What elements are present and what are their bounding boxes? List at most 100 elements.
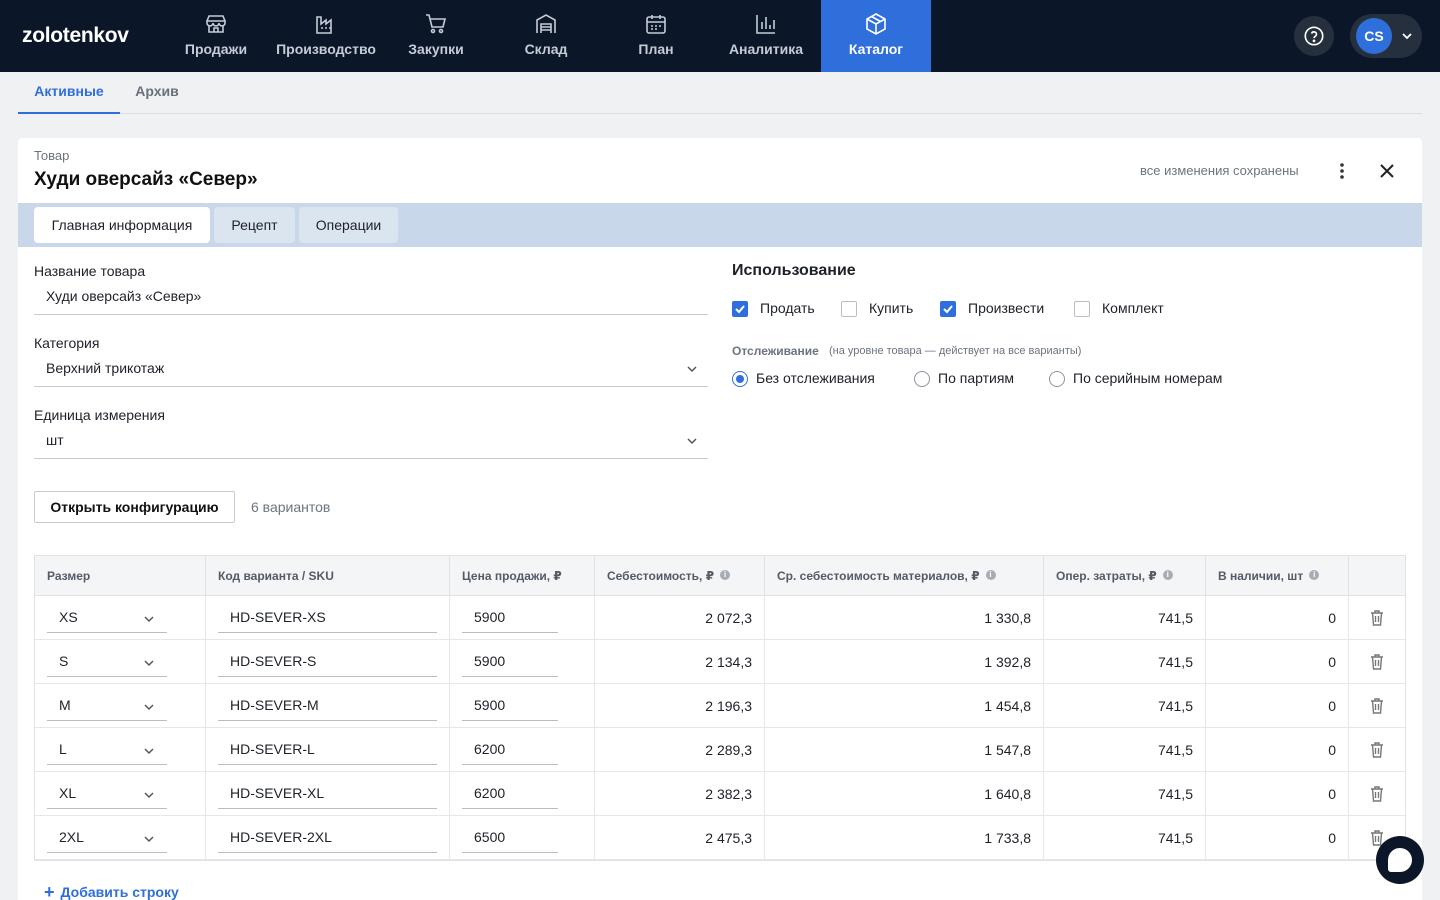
name-field[interactable]: Худи оверсайз «Север»: [34, 281, 708, 315]
info-icon[interactable]: i: [1309, 570, 1320, 580]
size-value: S: [59, 653, 69, 669]
top-navigation: zolotenkov Продажи Производство Закупки …: [0, 0, 1440, 72]
produce-checkbox[interactable]: [940, 301, 956, 317]
usage-heading: Использование: [732, 262, 856, 279]
nav-label: Аналитика: [728, 41, 804, 57]
info-icon[interactable]: i: [1162, 570, 1173, 580]
chevron-down-icon: [687, 366, 697, 373]
trash-icon[interactable]: [1369, 741, 1385, 759]
size-cell: XL: [35, 772, 206, 816]
size-select[interactable]: L: [47, 737, 167, 765]
nav-item-sales[interactable]: Продажи: [161, 0, 271, 72]
nav-item-production[interactable]: Производство: [271, 0, 381, 72]
price-input[interactable]: 6500: [462, 825, 558, 853]
buy-checkbox[interactable]: [841, 301, 857, 317]
table-row: 2XL HD-SEVER-2XL 6500 2 475,3 1 733,8 74…: [35, 816, 1405, 860]
nav-label: Закупки: [408, 41, 464, 57]
close-icon[interactable]: [1376, 160, 1398, 182]
tracking-hint: (на уровне товара — действует на все вар…: [829, 345, 1082, 357]
size-cell: M: [35, 684, 206, 728]
sku-input[interactable]: HD-SEVER-M: [218, 693, 437, 721]
size-select[interactable]: XL: [47, 781, 167, 809]
help-button[interactable]: [1294, 16, 1334, 56]
size-value: 2XL: [59, 829, 84, 845]
cost-cell: 2 072,3: [595, 596, 765, 640]
checkmark-icon: [943, 305, 953, 314]
price-input[interactable]: 6200: [462, 781, 558, 809]
price-input[interactable]: 5900: [462, 649, 558, 677]
bar-chart-icon: [756, 15, 775, 34]
buy-label[interactable]: Купить: [869, 300, 913, 316]
tracking-serial-radio[interactable]: [1049, 371, 1065, 387]
price-input[interactable]: 6200: [462, 737, 558, 765]
nav-item-analytics[interactable]: Аналитика: [711, 0, 821, 72]
unit-value: шт: [46, 432, 64, 448]
factory-icon: [316, 16, 332, 34]
info-icon[interactable]: i: [720, 570, 731, 580]
open-configuration-button[interactable]: Открыть конфигурацию: [34, 491, 235, 523]
store-icon: [206, 15, 226, 33]
sell-label[interactable]: Продать: [760, 300, 815, 316]
app-logo[interactable]: zolotenkov: [22, 24, 129, 48]
nav-label: Склад: [524, 41, 568, 57]
size-select[interactable]: 2XL: [47, 825, 167, 853]
size-select[interactable]: S: [47, 649, 167, 677]
add-row-button[interactable]: + Добавить строку: [44, 882, 179, 900]
status-tabs: Активные Архив: [18, 72, 1422, 114]
sell-checkbox[interactable]: [732, 301, 748, 317]
price-input[interactable]: 5900: [462, 605, 558, 633]
nav-item-catalog[interactable]: Каталог: [821, 0, 931, 72]
sku-input[interactable]: HD-SEVER-L: [218, 737, 437, 765]
warehouse-icon: [536, 14, 556, 33]
price-cell: 6500: [450, 816, 595, 860]
nav-label: План: [638, 41, 674, 57]
nav-item-warehouse[interactable]: Склад: [491, 0, 601, 72]
tracking-batches-radio[interactable]: [914, 371, 930, 387]
info-icon[interactable]: i: [985, 570, 996, 580]
size-value: XL: [59, 785, 77, 801]
kit-checkbox[interactable]: [1074, 301, 1090, 317]
kit-label[interactable]: Комплект: [1102, 300, 1164, 316]
tracking-none-radio[interactable]: [732, 371, 748, 387]
tab-active[interactable]: Активные: [18, 72, 120, 114]
trash-icon[interactable]: [1369, 609, 1385, 627]
page-title: Худи оверсайз «Север»: [34, 169, 258, 190]
price-input[interactable]: 5900: [462, 693, 558, 721]
size-select[interactable]: M: [47, 693, 167, 721]
tab-archive[interactable]: Архив: [120, 72, 194, 114]
table-row: S HD-SEVER-S 5900 2 134,3 1 392,8 741,5 …: [35, 640, 1405, 684]
tracking-none-label[interactable]: Без отслеживания: [756, 370, 875, 386]
unit-label: Единица измерения: [34, 407, 165, 423]
chevron-down-icon: [687, 438, 697, 445]
category-select[interactable]: Верхний трикотаж: [34, 353, 708, 387]
trash-icon[interactable]: [1369, 653, 1385, 671]
materials-cost-cell: 1 392,8: [765, 640, 1044, 684]
help-icon: [1304, 26, 1324, 46]
chevron-down-icon: [1402, 33, 1412, 40]
tracking-batches-label[interactable]: По партиям: [938, 370, 1014, 386]
tab-recipe[interactable]: Рецепт: [214, 207, 295, 243]
trash-icon[interactable]: [1369, 785, 1385, 803]
tab-operations[interactable]: Операции: [299, 207, 398, 243]
sku-input[interactable]: HD-SEVER-S: [218, 649, 437, 677]
sku-input[interactable]: HD-SEVER-2XL: [218, 825, 437, 853]
nav-item-plan[interactable]: План: [601, 0, 711, 72]
tab-main-info[interactable]: Главная информация: [34, 207, 210, 243]
more-vertical-icon[interactable]: [1332, 160, 1352, 182]
sku-input[interactable]: HD-SEVER-XL: [218, 781, 437, 809]
chevron-down-icon: [144, 792, 154, 799]
nav-item-purchases[interactable]: Закупки: [381, 0, 491, 72]
size-select[interactable]: XS: [47, 605, 167, 633]
box-icon: [866, 13, 886, 35]
price-cell: 6200: [450, 728, 595, 772]
trash-icon[interactable]: [1369, 697, 1385, 715]
tracking-serial-label[interactable]: По серийным номерам: [1073, 370, 1222, 386]
materials-cost-cell: 1 640,8: [765, 772, 1044, 816]
chat-button[interactable]: [1376, 836, 1424, 884]
produce-label[interactable]: Произвести: [968, 300, 1044, 316]
size-cell: L: [35, 728, 206, 772]
ops-cost-cell: 741,5: [1044, 640, 1206, 684]
user-menu[interactable]: CS: [1350, 14, 1422, 58]
sku-input[interactable]: HD-SEVER-XS: [218, 605, 437, 633]
unit-select[interactable]: шт: [34, 425, 708, 459]
